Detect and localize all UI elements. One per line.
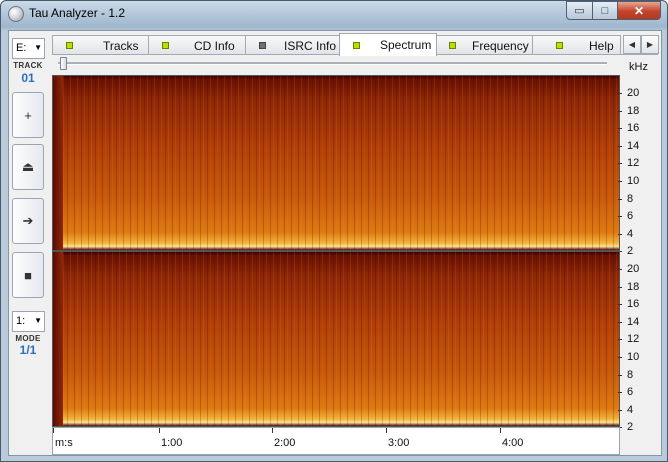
spectrogram-texture — [53, 76, 619, 250]
client-area: E: ▼ TRACK 01 + ⏏ ➔ ■ 1: ▼ MODE 1/1 Trac… — [8, 30, 662, 456]
spectrogram-edge — [53, 252, 63, 426]
status-led-icon — [556, 42, 563, 49]
frequency-tick-label: 16 — [627, 122, 640, 135]
tab-spectrum[interactable]: Spectrum — [339, 33, 437, 56]
spectrogram-edge — [53, 76, 63, 250]
status-led-icon — [353, 42, 360, 49]
frequency-tick-label: 8 — [627, 368, 634, 381]
spectrogram-right-channel — [52, 251, 620, 427]
window-controls: ▭ □ ✕ — [566, 1, 661, 20]
frequency-tick-label: 14 — [627, 139, 640, 152]
position-slider-thumb[interactable] — [60, 57, 67, 70]
frequency-tick-label: 6 — [627, 386, 634, 399]
frequency-tick-label: 6 — [627, 210, 634, 223]
time-tick-label: 4:00 — [499, 428, 524, 449]
tab-strip: Tracks CD Info ISRC Info Spectrum Freque… — [52, 33, 659, 56]
drive-select-value: E: — [16, 42, 27, 54]
frequency-tick-label: 8 — [627, 192, 634, 205]
maximize-icon: □ — [601, 4, 609, 17]
play-button[interactable]: ➔ — [12, 198, 44, 244]
time-tick-label: 3:00 — [385, 428, 410, 449]
chevron-down-icon: ▼ — [34, 316, 42, 325]
frequency-tick-label: 4 — [627, 403, 634, 416]
frequency-tick-label: 18 — [627, 104, 640, 117]
time-tick-label: 1:00 — [158, 428, 183, 449]
frequency-tick-label: 16 — [627, 298, 640, 311]
tab-cd-info[interactable]: CD Info — [148, 35, 247, 55]
minimize-button[interactable]: ▭ — [566, 1, 593, 20]
frequency-unit-label: kHz — [629, 61, 648, 73]
track-number: 01 — [21, 71, 35, 85]
tab-label: Frequency — [472, 39, 529, 53]
frequency-axis-bottom: 20 18 16 14 12 10 8 6 4 2 — [618, 251, 659, 433]
plus-icon: + — [24, 107, 32, 123]
time-axis-unit: m:s — [53, 428, 73, 449]
mode-tag: MODE — [15, 334, 41, 343]
time-tick-label: 2:00 — [271, 428, 296, 449]
arrow-right-icon: ➔ — [22, 213, 34, 228]
eject-button[interactable]: ⏏ — [12, 144, 44, 190]
left-toolbar: E: ▼ TRACK 01 + ⏏ ➔ ■ 1: ▼ MODE 1/1 — [12, 36, 45, 450]
status-led-icon — [162, 42, 169, 49]
tab-label: Tracks — [103, 39, 139, 53]
title-bar[interactable]: Tau Analyzer - 1.2 ▭ □ ✕ — [1, 1, 667, 27]
stop-icon: ■ — [24, 267, 32, 283]
mode-select[interactable]: 1: ▼ — [12, 311, 45, 332]
tab-isrc-info[interactable]: ISRC Info — [245, 35, 341, 55]
add-button[interactable]: + — [12, 92, 44, 138]
frequency-tick-label: 12 — [627, 157, 640, 170]
eject-icon: ⏏ — [21, 159, 35, 174]
mode-select-value: 1: — [16, 315, 26, 327]
spectrogram-left-channel — [52, 75, 620, 251]
frequency-tick-label: 10 — [627, 351, 640, 363]
drive-select[interactable]: E: ▼ — [12, 38, 45, 59]
close-button[interactable]: ✕ — [618, 1, 661, 20]
tab-tracks[interactable]: Tracks — [52, 35, 150, 55]
chevron-right-icon: ▶ — [646, 40, 654, 49]
frequency-tick-label: 10 — [627, 175, 640, 187]
frequency-axis-top: 20 18 16 14 12 10 8 6 4 2 — [618, 75, 659, 257]
frequency-tick-label: 2 — [627, 421, 634, 434]
status-led-icon — [259, 42, 266, 49]
tab-frequency[interactable]: Frequency — [435, 35, 534, 55]
maximize-button[interactable]: □ — [593, 1, 618, 20]
window-title: Tau Analyzer - 1.2 — [29, 6, 126, 20]
tab-label: CD Info — [194, 39, 235, 53]
chevron-left-icon: ◀ — [628, 40, 636, 49]
chevron-down-icon: ▼ — [34, 43, 42, 52]
status-led-icon — [449, 42, 456, 49]
time-axis: m:s 1:00 2:00 3:00 4:00 — [52, 427, 620, 455]
frequency-tick-label: 14 — [627, 315, 640, 328]
tab-label: Spectrum — [380, 38, 432, 52]
frequency-tick-label: 20 — [627, 87, 640, 99]
stop-button[interactable]: ■ — [12, 252, 44, 298]
frequency-tick-label: 20 — [627, 263, 640, 275]
minimize-icon: ▭ — [574, 5, 585, 17]
position-slider-track[interactable] — [58, 62, 607, 65]
tab-label: ISRC Info — [284, 39, 337, 53]
app-icon — [8, 6, 24, 22]
app-window: Tau Analyzer - 1.2 ▭ □ ✕ E: ▼ TRACK 01 +… — [0, 0, 668, 462]
tab-scroll-right-button[interactable]: ▶ — [641, 35, 659, 54]
track-tag: TRACK — [13, 61, 43, 70]
frequency-tick-label: 18 — [627, 280, 640, 293]
mode-value: 1/1 — [19, 343, 37, 357]
tab-help[interactable]: Help — [532, 35, 621, 55]
status-led-icon — [66, 42, 73, 49]
close-icon: ✕ — [633, 3, 645, 18]
tab-label: Help — [589, 39, 614, 53]
tab-scroll-left-button[interactable]: ◀ — [623, 35, 641, 54]
frequency-tick-label: 4 — [627, 227, 634, 240]
frequency-tick-label: 12 — [627, 333, 640, 346]
spectrogram-texture — [53, 252, 619, 426]
